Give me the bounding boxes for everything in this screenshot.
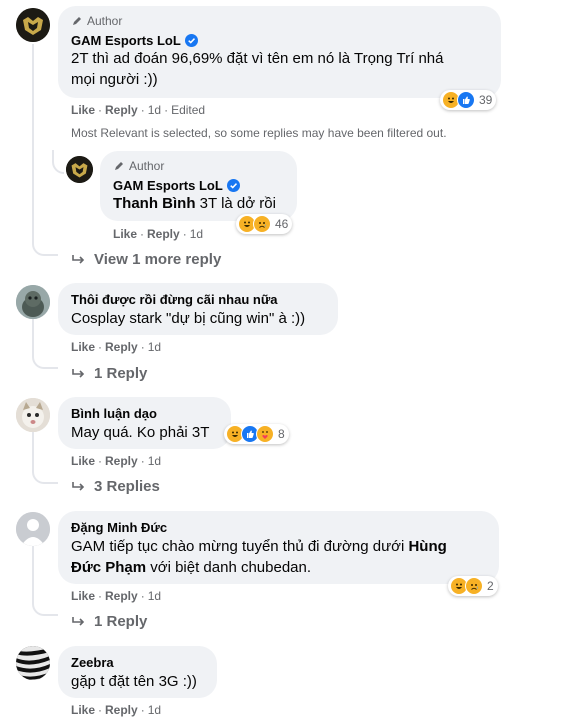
thread-line [32, 546, 58, 616]
author-badge: Author [71, 14, 122, 28]
avatar-gam[interactable] [66, 156, 93, 183]
gam-logo-icon [66, 156, 93, 183]
mention-link[interactable]: Thanh Bình [113, 195, 196, 212]
avatar[interactable] [16, 646, 50, 680]
view-replies-button[interactable]: 3 Replies [72, 478, 160, 495]
comment-actions: Like · Reply · 1d [71, 589, 162, 603]
avatar[interactable] [16, 285, 50, 319]
reaction-count: 46 [275, 217, 289, 231]
thread-line [32, 432, 58, 484]
comment-text: May quá. Ko phải 3T [71, 424, 210, 441]
reply-button[interactable]: Reply [147, 227, 180, 241]
reaction-count: 2 [487, 579, 494, 593]
commenter-name[interactable]: GAM Esports LoL [113, 178, 240, 193]
view-more-replies-button[interactable]: View 1 more reply [72, 251, 221, 268]
comment-actions: Like · Reply · 1d [71, 340, 162, 354]
author-label: Author [87, 14, 123, 28]
reply-arrow-icon [72, 616, 85, 626]
reaction-summary[interactable]: 39 [440, 90, 497, 110]
cat-avatar-icon [16, 398, 50, 432]
cat-avatar-icon [16, 285, 50, 319]
reply-arrow-icon [72, 254, 85, 264]
timestamp[interactable]: 1d [148, 703, 161, 717]
like-button[interactable]: Like [71, 103, 95, 117]
commenter-name[interactable]: Zeebra [71, 655, 114, 670]
zebra-avatar-icon [16, 646, 50, 680]
mention-link[interactable]: Đức Phạm [71, 559, 146, 576]
timestamp[interactable]: 1d [148, 103, 161, 117]
comment-actions: Like · Reply · 1d · Edited [71, 103, 206, 117]
reply-button[interactable]: Reply [105, 703, 138, 717]
comment-text: Cosplay stark "dự bị cũng win" à :)) [71, 310, 306, 327]
commenter-name[interactable]: GAM Esports LoL [71, 33, 198, 48]
verified-badge-icon [184, 34, 198, 47]
mention-link[interactable]: Hùng [408, 538, 446, 555]
timestamp[interactable]: 1d [148, 454, 161, 468]
avatar-gam[interactable] [16, 8, 50, 42]
commenter-name[interactable]: Đặng Minh Đức [71, 520, 167, 535]
sad-icon [253, 215, 271, 233]
author-badge: Author [113, 159, 164, 173]
comment-text: Thanh Bình 3T là dở rồi [113, 195, 276, 212]
reply-button[interactable]: Reply [105, 589, 138, 603]
avatar[interactable] [16, 398, 50, 432]
like-button[interactable]: Like [113, 227, 137, 241]
sad-icon [465, 577, 483, 595]
thread-line [32, 315, 58, 369]
comment-actions: Like · Reply · 1d [71, 454, 162, 468]
comment-text-line: 2T thì ad đoán 96,69% đặt vì tên em nó l… [71, 50, 444, 67]
comment-actions: Like · Reply · 1d [113, 227, 204, 241]
reply-arrow-icon [72, 481, 85, 491]
reaction-summary[interactable]: 2 [448, 576, 498, 596]
commenter-name[interactable]: Bình luận dạo [71, 406, 157, 421]
like-icon [457, 91, 475, 109]
care-icon [256, 425, 274, 443]
pencil-icon [115, 162, 123, 170]
like-button[interactable]: Like [71, 454, 95, 468]
timestamp[interactable]: 1d [190, 227, 203, 241]
comment-text-line: Đức Phạm với biệt danh chubedan. [71, 559, 312, 576]
reply-button[interactable]: Reply [105, 340, 138, 354]
comment-text-line: GAM tiếp tục chào mừng tuyển thủ đi đườn… [71, 538, 447, 555]
gam-logo-icon [16, 8, 50, 42]
reaction-summary[interactable]: 46 [236, 214, 293, 234]
edited-label: Edited [171, 103, 206, 117]
reaction-summary[interactable]: 8 [224, 424, 289, 444]
comment-text: gặp t đặt tên 3G :)) [71, 673, 197, 690]
default-user-icon [16, 512, 50, 546]
reaction-count: 8 [278, 427, 285, 441]
author-label: Author [129, 159, 165, 173]
verified-badge-icon [226, 179, 240, 192]
avatar-default[interactable] [16, 512, 50, 546]
like-button[interactable]: Like [71, 703, 95, 717]
like-button[interactable]: Like [71, 340, 95, 354]
filter-note: Most Relevant is selected, so some repli… [71, 126, 447, 140]
pencil-icon [73, 17, 81, 25]
timestamp[interactable]: 1d [148, 340, 161, 354]
comment-text-line: mọi người :)) [71, 71, 158, 88]
timestamp[interactable]: 1d [148, 589, 161, 603]
view-replies-button[interactable]: 1 Reply [72, 365, 147, 382]
comment-actions: Like · Reply · 1d [71, 703, 162, 717]
commenter-name[interactable]: Thôi được rồi đừng cãi nhau nữa [71, 292, 278, 307]
reply-button[interactable]: Reply [105, 103, 138, 117]
reply-arrow-icon [72, 368, 85, 378]
reaction-count: 39 [479, 93, 493, 107]
reply-button[interactable]: Reply [105, 454, 138, 468]
view-replies-button[interactable]: 1 Reply [72, 613, 147, 630]
like-button[interactable]: Like [71, 589, 95, 603]
